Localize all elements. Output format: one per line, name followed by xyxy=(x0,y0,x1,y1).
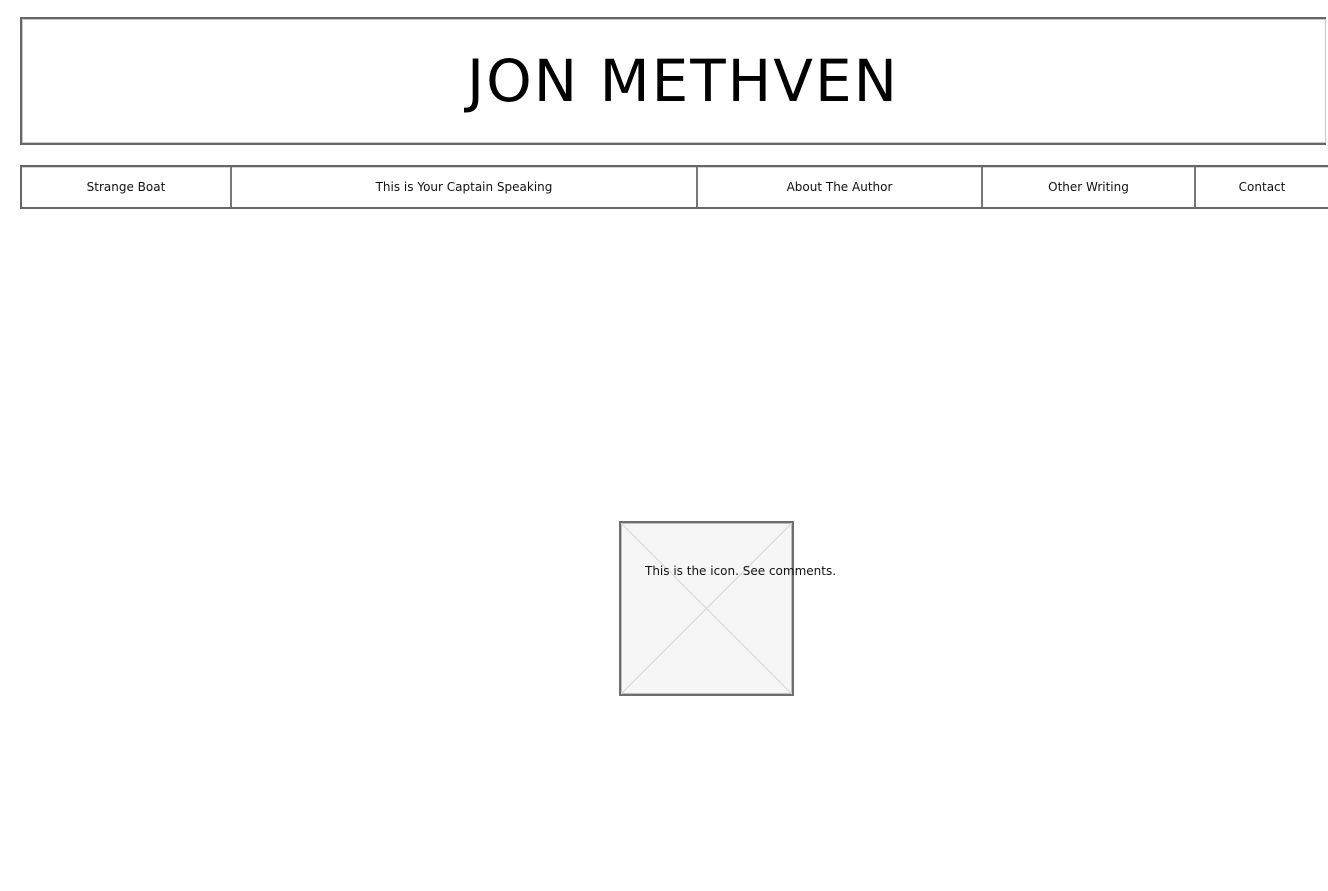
icon-caption: This is the icon. See comments. xyxy=(645,564,837,578)
nav-item-other-writing[interactable]: Other Writing xyxy=(983,167,1196,207)
main-navigation: Strange Boat This is Your Captain Speaki… xyxy=(20,165,1328,209)
wireframe-page: JON METHVEN Strange Boat This is Your Ca… xyxy=(0,0,1328,891)
nav-item-this-is-your-captain-speaking[interactable]: This is Your Captain Speaking xyxy=(232,167,698,207)
site-title: JON METHVEN xyxy=(466,47,900,115)
nav-item-about-the-author[interactable]: About The Author xyxy=(698,167,983,207)
nav-item-contact[interactable]: Contact xyxy=(1196,167,1328,207)
site-header: JON METHVEN xyxy=(20,17,1326,145)
image-placeholder-icon xyxy=(619,521,794,696)
placeholder-cross-icon xyxy=(621,523,792,694)
nav-item-strange-boat[interactable]: Strange Boat xyxy=(22,167,232,207)
